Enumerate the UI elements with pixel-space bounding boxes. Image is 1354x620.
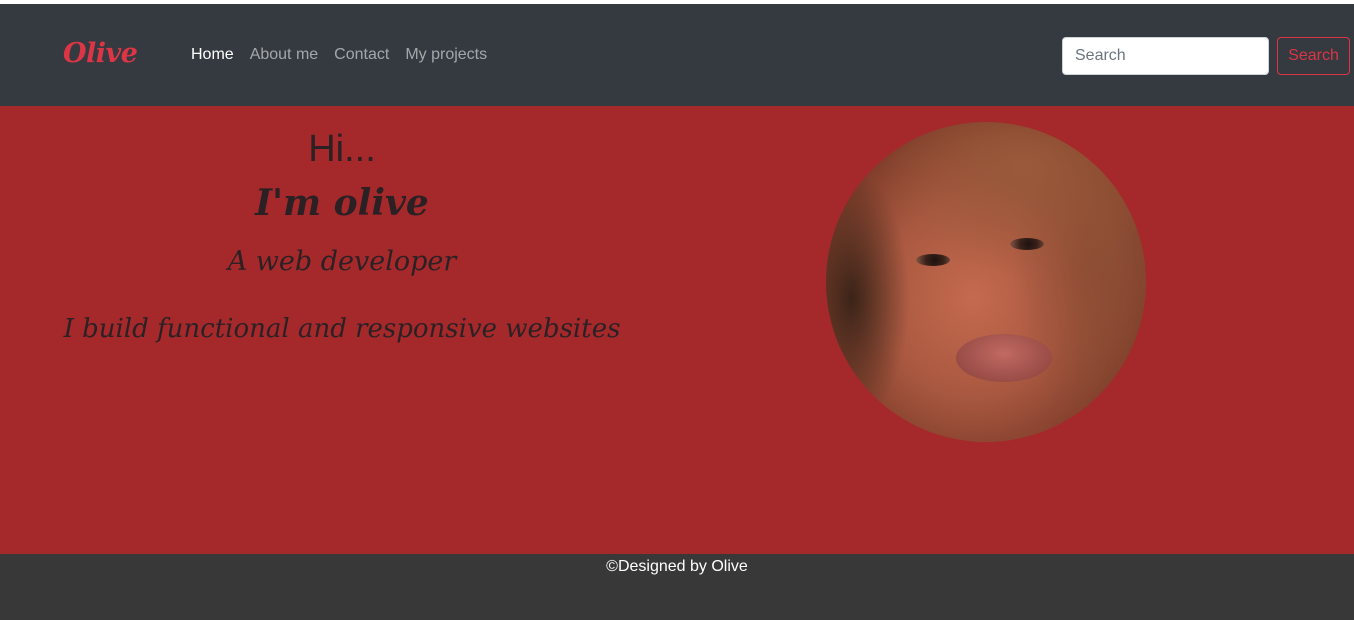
nav-links: Home About me Contact My projects [191, 46, 487, 64]
search-button[interactable]: Search [1277, 37, 1350, 75]
nav-link-contact[interactable]: Contact [334, 46, 389, 64]
footer-credit: ©Designed by Olive [606, 558, 748, 575]
hero-role: A web developer [227, 246, 457, 277]
brand-logo[interactable]: Olive [63, 38, 138, 69]
search-input[interactable] [1062, 37, 1269, 75]
nav-link-projects[interactable]: My projects [405, 46, 487, 64]
footer: ©Designed by Olive [0, 554, 1354, 620]
profile-photo [826, 122, 1146, 442]
nav-link-home[interactable]: Home [191, 46, 234, 64]
hero-greeting: Hi... [308, 128, 376, 170]
hero-name: I'm olive [255, 182, 429, 224]
hero-tagline: I build functional and responsive websit… [63, 314, 621, 344]
hero-section: Hi... I'm olive A web developer I build … [0, 106, 1354, 554]
photo-eye-right [1010, 238, 1044, 250]
nav-link-about[interactable]: About me [250, 46, 318, 64]
navbar: Olive Home About me Contact My projects … [0, 4, 1354, 106]
photo-lips [956, 334, 1052, 382]
photo-eye-left [916, 254, 950, 266]
